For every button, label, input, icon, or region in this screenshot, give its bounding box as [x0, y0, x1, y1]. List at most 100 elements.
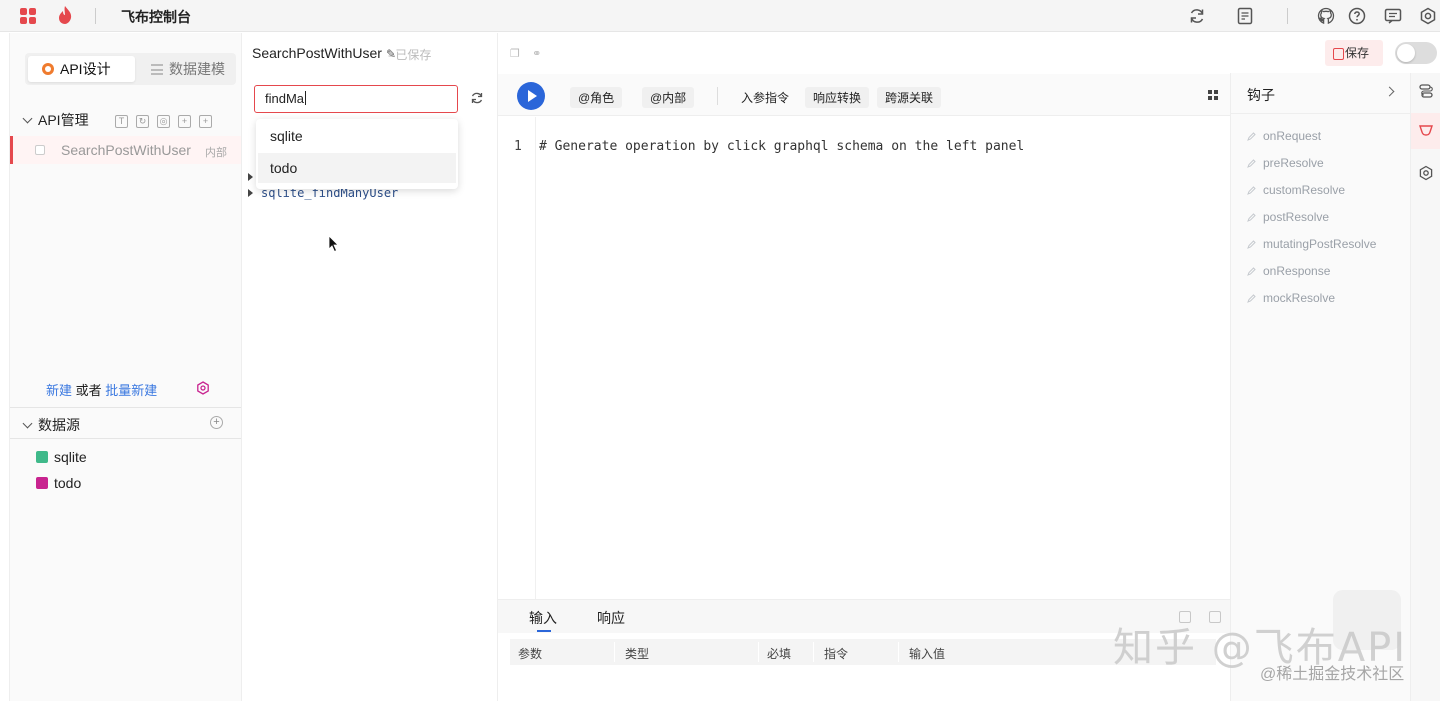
cross-source-button[interactable]: 跨源关联 [877, 87, 942, 108]
col-separator [898, 642, 899, 662]
suggestion-item[interactable]: sqlite [258, 121, 456, 151]
hook-name: preResolve [1263, 156, 1324, 170]
target-icon[interactable]: ◎ [157, 115, 170, 128]
suggestion-item[interactable]: todo [258, 153, 456, 183]
datasource-item-sqlite[interactable]: sqlite [36, 449, 87, 465]
rail-item-hooks[interactable] [1411, 113, 1440, 149]
hook-item-mutatingpostresolve[interactable]: mutatingPostResolve [1247, 237, 1376, 251]
chevron-right-icon[interactable] [1384, 86, 1395, 97]
hook-name: mockResolve [1263, 291, 1336, 305]
github-icon[interactable] [1316, 6, 1336, 26]
edit-icon [1247, 267, 1256, 276]
add-datasource-icon[interactable]: + [210, 416, 223, 429]
code-line[interactable]: # Generate operation by click graphql sc… [539, 139, 1024, 154]
col-required: 必填 [767, 647, 792, 661]
hook-item-onrequest[interactable]: onRequest [1247, 129, 1321, 143]
chevron-down-icon [22, 113, 33, 124]
operation-panel: SearchPostWithUser ✎ - 已保存 findMa sqlite_… [241, 33, 496, 701]
api-item-tag: 内部 [205, 147, 227, 159]
edit-icon [1247, 186, 1256, 195]
rail-item-flow[interactable] [1411, 73, 1440, 109]
refresh-icon[interactable]: ↻ [136, 115, 149, 128]
datasource-name: todo [54, 475, 82, 491]
tab-input[interactable]: 输入 [529, 608, 557, 632]
hook-item-onresponse[interactable]: onResponse [1247, 264, 1330, 278]
hook-item-customresolve[interactable]: customResolve [1247, 183, 1345, 197]
input-directive-button[interactable]: 入参指令 [733, 87, 797, 108]
document-icon[interactable] [1235, 6, 1255, 26]
operation-title[interactable]: SearchPostWithUser ✎ [252, 45, 396, 61]
col-input-value: 输入值 [909, 647, 946, 661]
message-icon[interactable] [1383, 6, 1403, 26]
response-transform-button[interactable]: 响应转换 [805, 87, 870, 108]
api-item-checkbox[interactable] [35, 145, 45, 155]
editor-panel: ❐ ⚭ @角色 @内部 入参指令 响应转换 跨源关联 1 # Generate … [497, 33, 1230, 701]
editor-header-icons: ❐ ⚭ [510, 47, 541, 60]
save-button[interactable]: 保存 [1325, 40, 1383, 66]
gear-icon [1419, 165, 1433, 181]
col-separator [614, 642, 615, 662]
rail-item-settings[interactable] [1411, 155, 1440, 191]
hook-item-preresolve[interactable]: preResolve [1247, 156, 1324, 170]
hook-item-postresolve[interactable]: postResolve [1247, 210, 1329, 224]
sqlite-icon [36, 451, 48, 463]
grid-icon[interactable] [20, 8, 36, 24]
caret-right-icon [248, 173, 253, 181]
filter-icon[interactable]: T [115, 115, 128, 128]
settings-icon[interactable] [1418, 6, 1438, 26]
tab-api-design[interactable]: API设计 [28, 56, 135, 82]
datasource-section-header[interactable]: 数据源 [22, 415, 80, 435]
run-button[interactable] [517, 82, 545, 110]
search-value: findMa [265, 91, 305, 106]
link-icon[interactable]: ⚭ [532, 48, 541, 60]
internal-button[interactable]: @内部 [642, 87, 695, 108]
tab-api-design-label: API设计 [60, 61, 111, 77]
refresh-icon[interactable] [470, 91, 484, 105]
caret-right-icon [248, 189, 253, 197]
help-icon[interactable] [1347, 6, 1367, 26]
col-separator [813, 642, 814, 662]
add-file-icon[interactable]: + [178, 115, 191, 128]
section-divider [10, 407, 242, 408]
hook-name: onRequest [1263, 129, 1322, 143]
editor-gutter [498, 117, 536, 599]
tab-data-modeling[interactable]: 数据建模 [145, 56, 233, 82]
schema-search-input[interactable]: findMa [254, 85, 458, 113]
app-title: 飞布控制台 [121, 9, 191, 25]
col-param: 参数 [518, 647, 543, 661]
add-folder-icon[interactable]: + [199, 115, 212, 128]
hook-icon [1419, 125, 1433, 136]
operation-name: SearchPostWithUser [252, 45, 382, 61]
datasource-item-todo[interactable]: todo [36, 475, 81, 491]
batch-new-link[interactable]: 批量新建 [105, 383, 157, 398]
refresh-icon[interactable] [1187, 6, 1207, 26]
editor-toolbar: @角色 @内部 入参指令 响应转换 跨源关联 [498, 74, 1230, 116]
save-status: - 已保存 [388, 48, 432, 62]
tab-response[interactable]: 响应 [597, 608, 625, 628]
api-section-title: API管理 [38, 112, 89, 128]
gear-icon[interactable] [196, 381, 210, 395]
enable-toggle[interactable] [1395, 42, 1437, 64]
new-link[interactable]: 新建 [46, 383, 72, 398]
edit-icon [1247, 159, 1256, 168]
flame-logo-icon[interactable] [56, 5, 74, 25]
edit-icon [1247, 240, 1256, 249]
todo-icon [36, 477, 48, 489]
topbar-separator [95, 8, 96, 24]
api-item-searchpostwithuser[interactable]: SearchPostWithUser 内部 [10, 136, 242, 164]
fullscreen-icon[interactable] [1207, 89, 1219, 101]
topbar-separator-2 [1287, 8, 1288, 24]
api-section-header[interactable]: API管理 [22, 110, 89, 130]
col-separator [758, 642, 759, 662]
mouse-cursor-icon [328, 235, 339, 253]
chevron-down-icon [22, 418, 33, 429]
or-text: 或者 [75, 383, 102, 398]
hook-item-mockresolve[interactable]: mockResolve [1247, 291, 1335, 305]
copy-icon[interactable]: ❐ [510, 48, 520, 60]
top-bar: 飞布控制台 [0, 0, 1440, 32]
watermark-juejin: @稀土掘金技术社区 [1260, 666, 1405, 683]
col-directive: 指令 [824, 647, 849, 661]
hooks-title: 钩子 [1247, 87, 1275, 103]
database-icon [151, 64, 163, 75]
role-button[interactable]: @角色 [570, 87, 623, 108]
